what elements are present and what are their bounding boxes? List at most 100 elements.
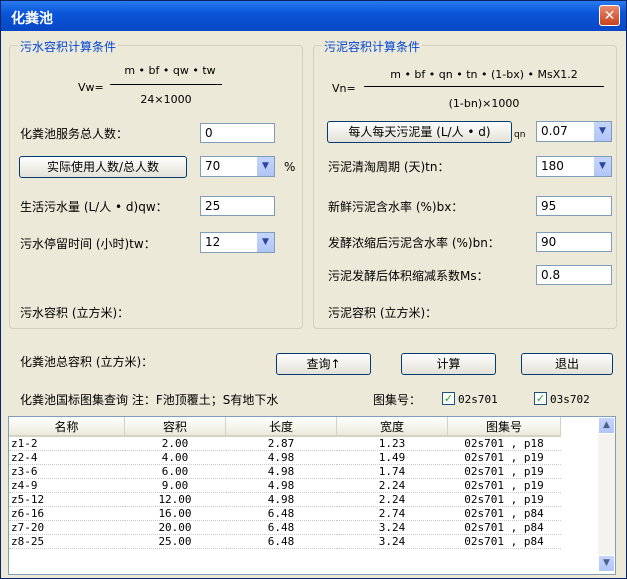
retention-time-label: 污水停留时间 (小时)tw： [20, 237, 156, 251]
sludge-formula-line [364, 86, 604, 87]
table-row[interactable]: z8-25 25.00 6.48 3.24 02s701 , p84 [9, 534, 561, 549]
table-scrollbar[interactable]: ▲ ▼ [598, 417, 615, 572]
sewage-formula-line [110, 84, 222, 85]
table-cell: 25.00 [124, 534, 226, 549]
chevron-down-icon[interactable]: ▼ [593, 122, 611, 141]
sewage-volume-group: 污水容积计算条件 Vw= m • bf • qw • tw 24×1000 化粪… [9, 38, 303, 329]
ferment-water-content-label: 发酵浓缩后污泥含水率 (%)bn： [328, 236, 500, 250]
retention-time-select[interactable]: 12 ▼ [200, 232, 275, 253]
table-cell: z5-12 [9, 492, 125, 507]
table-cell: 6.48 [225, 506, 337, 521]
col-header-atlas[interactable]: 图集号 [447, 417, 561, 437]
table-cell: 2.24 [336, 492, 448, 507]
sludge-volume-label: 污泥容积 (立方米)： [328, 306, 438, 320]
table-cell: 4.00 [124, 450, 226, 465]
table-row[interactable]: z5-12 12.00 4.98 2.24 02s701 , p19 [9, 492, 561, 507]
arrow-up-icon[interactable]: ▲ [598, 417, 615, 434]
sewage-formula-numerator: m • bf • qw • tw [124, 64, 216, 77]
table-cell: z8-25 [9, 534, 125, 549]
table-cell: 4.98 [225, 478, 337, 493]
sludge-per-person-suffix: qn [514, 130, 526, 140]
table-cell: 2.87 [225, 436, 337, 451]
col-header-volume[interactable]: 容积 [124, 417, 226, 437]
table-cell: 2.00 [124, 436, 226, 451]
arrow-down-icon[interactable]: ▼ [598, 555, 615, 572]
table-cell: 02s701 , p19 [447, 478, 561, 493]
table-row[interactable]: z4-9 9.00 4.98 2.24 02s701 , p19 [9, 478, 561, 493]
table-cell: 1.49 [336, 450, 448, 465]
calculate-button[interactable]: 计算 [401, 353, 496, 375]
service-people-label: 化粪池服务总人数： [20, 127, 129, 141]
ferment-water-content-input[interactable]: 90 [536, 232, 612, 252]
atlas-02s701-checkbox[interactable]: ✓ [442, 392, 455, 405]
fresh-water-content-input[interactable]: 95 [536, 196, 612, 216]
cleaning-period-label: 污泥清淘周期 (天)tn： [328, 160, 450, 174]
fresh-water-content-label: 新鲜污泥含水率 (%)bx： [328, 200, 464, 214]
exit-button[interactable]: 退出 [521, 353, 613, 375]
table-cell: 02s701 , p19 [447, 450, 561, 465]
table-cell: 02s701 , p84 [447, 506, 561, 521]
table-cell: 16.00 [124, 506, 226, 521]
atlas-number-label: 图集号： [373, 393, 422, 407]
table-cell: z1-2 [9, 436, 125, 451]
ratio-select[interactable]: 70 ▼ [200, 156, 275, 177]
sludge-per-person-select[interactable]: 0.07 ▼ [536, 121, 612, 142]
table-row[interactable]: z7-20 20.00 6.48 3.24 02s701 , p84 [9, 520, 561, 535]
sewage-formula-denominator: 24×1000 [140, 93, 192, 106]
col-header-width[interactable]: 宽度 [336, 417, 448, 437]
ratio-button[interactable]: 实际使用人数/总人数 [19, 156, 187, 178]
table-cell: 20.00 [124, 520, 226, 535]
table-cell: 9.00 [124, 478, 226, 493]
reduction-coef-input[interactable]: 0.8 [536, 265, 612, 285]
table-cell: 02s701 , p84 [447, 520, 561, 535]
table-cell: 1.23 [336, 436, 448, 451]
query-button[interactable]: 查询↑ [276, 353, 371, 375]
table-row[interactable]: z3-6 6.00 4.98 1.74 02s701 , p19 [9, 464, 561, 479]
table-cell: 02s701 , p19 [447, 464, 561, 479]
col-header-name[interactable]: 名称 [9, 417, 125, 437]
table-cell: 6.48 [225, 520, 337, 535]
table-cell: 6.00 [124, 464, 226, 479]
table-cell: 4.98 [225, 464, 337, 479]
window-title: 化粪池 [11, 11, 53, 27]
chevron-down-icon[interactable]: ▼ [256, 233, 274, 252]
table-cell: 3.24 [336, 520, 448, 535]
table-row[interactable]: z1-2 2.00 2.87 1.23 02s701 , p18 [9, 436, 561, 451]
sludge-formula-lhs: Vn= [332, 82, 356, 95]
table-cell: z3-6 [9, 464, 125, 479]
table-cell: 4.98 [225, 492, 337, 507]
chevron-down-icon[interactable]: ▼ [256, 157, 274, 176]
table-row[interactable]: z6-16 16.00 6.48 2.74 02s701 , p84 [9, 506, 561, 521]
chevron-down-icon[interactable]: ▼ [593, 157, 611, 176]
table-cell: 02s701 , p18 [447, 436, 561, 451]
sludge-formula-numerator: m • bf • qn • tn • (1-bx) • MsX1.2 [390, 68, 578, 81]
atlas-result-table[interactable]: 名称 容积 长度 宽度 图集号 z1-2 2.00 2.87 1.23 02s701 ,… [8, 416, 616, 575]
total-volume-label: 化粪池总容积 (立方米)： [20, 355, 154, 369]
sewage-group-title: 污水容积计算条件 [18, 38, 119, 55]
service-people-input[interactable]: 0 [200, 123, 275, 143]
table-cell: 6.48 [225, 534, 337, 549]
col-header-length[interactable]: 长度 [225, 417, 337, 437]
atlas-03s702-label: 03s702 [550, 393, 590, 406]
table-cell: z4-9 [9, 478, 125, 493]
window: 化粪池 ✕ 污水容积计算条件 Vw= m • bf • qw • tw 24×1… [0, 0, 627, 579]
atlas-03s702-checkbox[interactable]: ✓ [534, 392, 547, 405]
retention-time-value: 12 [205, 235, 221, 249]
sewage-amount-label: 生活污水量 (L/人 • d)qw： [20, 200, 168, 214]
sludge-per-person-button[interactable]: 每人每天污泥量 (L/人 • d) [327, 121, 512, 143]
cleaning-period-select[interactable]: 180 ▼ [536, 156, 612, 177]
result-table: 名称 容积 长度 宽度 图集号 z1-2 2.00 2.87 1.23 02s701 ,… [9, 417, 561, 549]
sewage-amount-input[interactable]: 25 [200, 196, 275, 216]
sludge-group-title: 污泥容积计算条件 [322, 38, 423, 55]
table-cell: 02s701 , p19 [447, 492, 561, 507]
ratio-unit: % [284, 160, 296, 174]
table-cell: 12.00 [124, 492, 226, 507]
table-cell: 2.24 [336, 478, 448, 493]
table-cell: 3.24 [336, 534, 448, 549]
table-cell: 1.74 [336, 464, 448, 479]
sewage-formula-lhs: Vw= [78, 81, 104, 94]
close-icon[interactable]: ✕ [599, 5, 620, 26]
atlas-02s701-label: 02s701 [458, 393, 498, 406]
sludge-volume-group: 污泥容积计算条件 Vn= m • bf • qn • tn • (1-bx) •… [313, 38, 617, 329]
table-row[interactable]: z2-4 4.00 4.98 1.49 02s701 , p19 [9, 450, 561, 465]
